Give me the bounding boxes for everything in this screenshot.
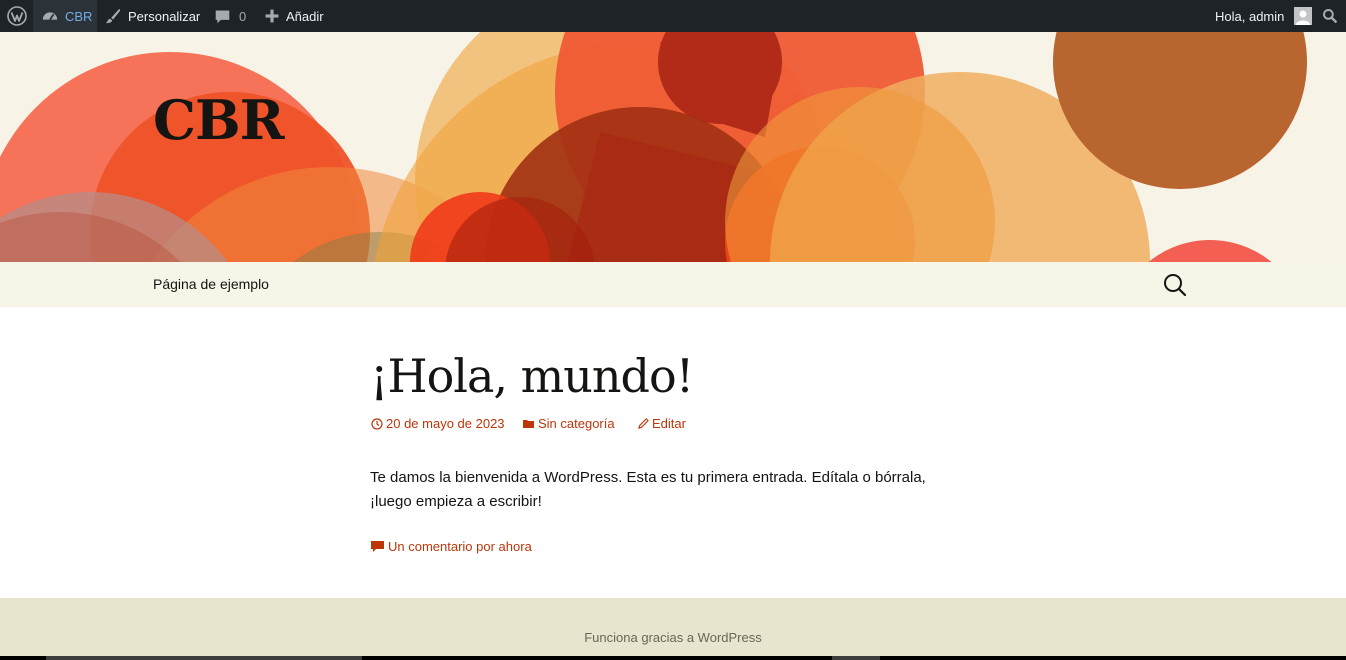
- site-header: CBR: [0, 32, 1346, 262]
- post-category: Sin categoría: [538, 416, 615, 431]
- comments-count: 0: [239, 8, 247, 24]
- customize-label: Personalizar: [128, 8, 201, 24]
- bottom-scrollbar: [0, 656, 1346, 660]
- wordpress-menu[interactable]: [0, 0, 33, 32]
- admin-toolbar: CBR Personalizar 0 Añadir Hola, admin: [0, 0, 1346, 32]
- post-edit-label: Editar: [652, 416, 686, 431]
- comment-bubble-icon: [371, 540, 384, 552]
- pencil-icon: [638, 418, 649, 429]
- comments-link-label: Un comentario por ahora: [388, 539, 532, 554]
- site-title[interactable]: CBR: [153, 88, 284, 152]
- comments-button[interactable]: 0: [214, 0, 246, 32]
- nav-search-button[interactable]: [1162, 272, 1188, 303]
- new-content-button[interactable]: Añadir: [264, 0, 324, 32]
- post-date: 20 de mayo de 2023: [386, 416, 505, 431]
- post-category-link[interactable]: Sin categoría: [523, 416, 615, 431]
- my-account-menu[interactable]: Hola, admin: [1215, 0, 1313, 32]
- clock-icon: [371, 417, 383, 430]
- post-date-link[interactable]: 20 de mayo de 2023: [371, 416, 505, 431]
- customize-button[interactable]: Personalizar: [104, 0, 200, 32]
- dashboard-icon: [42, 12, 58, 21]
- account-greeting: Hola, admin: [1215, 8, 1285, 24]
- folder-icon: [523, 419, 534, 428]
- comment-bubble-icon: [215, 10, 230, 23]
- brush-icon: [105, 8, 121, 24]
- site-footer: Funciona gracias a WordPress: [0, 598, 1346, 660]
- wordpress-logo-icon: [6, 6, 27, 26]
- adminbar-search-button[interactable]: [1322, 0, 1338, 32]
- nav-item-sample-page[interactable]: Página de ejemplo: [153, 276, 269, 292]
- post-content: Te damos la bienvenida a WordPress. Esta…: [370, 469, 926, 510]
- search-icon: [1323, 9, 1338, 24]
- footer-credit-link[interactable]: Funciona gracias a WordPress: [0, 630, 1346, 645]
- site-name-menu[interactable]: CBR: [33, 0, 97, 32]
- post-edit-link[interactable]: Editar: [638, 416, 686, 431]
- post-title[interactable]: ¡Hola, mundo!: [370, 349, 694, 403]
- avatar-icon: [1294, 7, 1313, 25]
- site-name-label: CBR: [65, 8, 93, 24]
- post-comments-link[interactable]: Un comentario por ahora: [371, 539, 532, 554]
- new-content-label: Añadir: [286, 8, 324, 24]
- main-navigation: Página de ejemplo: [0, 262, 1346, 307]
- plus-icon: [265, 9, 279, 23]
- search-icon: [1164, 274, 1187, 297]
